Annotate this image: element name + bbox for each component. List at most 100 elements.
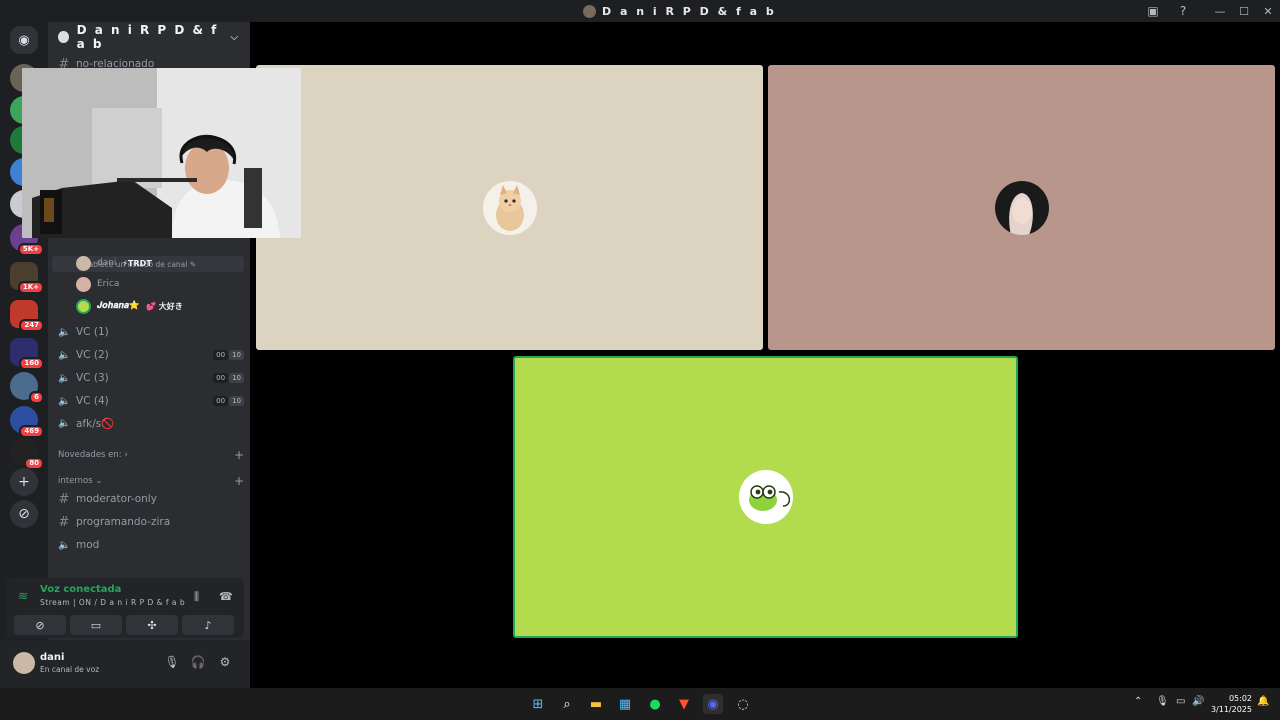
server-folder-icon[interactable]: 247 (10, 300, 44, 332)
clock-date: 3/11/2025 (1210, 705, 1252, 714)
server-avatar-icon (583, 4, 596, 18)
screen-share-button[interactable]: ▭ (70, 615, 122, 635)
user-limit-badge: 00 10 (213, 373, 244, 383)
camera-off-button[interactable]: ⊘ (14, 615, 66, 635)
add-channel-icon[interactable]: + (234, 474, 244, 488)
speaker-icon: 🔈 (58, 417, 71, 429)
channel-programando-zira[interactable]: # programando-zira (58, 512, 244, 532)
discord-app-icon[interactable]: ◉ (703, 694, 723, 714)
microphone-icon[interactable]: 🎙 (164, 655, 180, 671)
headphones-icon[interactable]: 🎧 (190, 655, 206, 671)
chevron-down-icon: ⌄ (92, 476, 103, 486)
user-status: En canal de voz (40, 665, 100, 674)
voice-channel-vc2[interactable]: 🔈 VC (2) 00 10 (58, 345, 244, 365)
server-name: D a n i R P D & f a b (76, 23, 219, 51)
channel-moderator-only[interactable]: # moderator-only (58, 489, 244, 509)
network-icon[interactable]: ▭ (1176, 696, 1185, 707)
store-icon[interactable]: ▦ (615, 694, 635, 714)
call-stage (250, 22, 1280, 688)
clock-time: 05:02 (1228, 694, 1252, 703)
channel-label: VC (1) (76, 326, 109, 338)
explore-servers-icon[interactable]: ⊘ (10, 500, 38, 528)
signal-icon[interactable]: ≋ (18, 589, 28, 603)
brave-browser-icon[interactable]: ▼ (674, 694, 694, 714)
participant-tile-speaking[interactable] (513, 356, 1018, 638)
avatar (76, 255, 91, 271)
server-header[interactable]: D a n i R P D & f a b ⌵ (48, 22, 250, 52)
speaker-icon: 🔈 (58, 539, 71, 551)
voice-status-subtitle: Stream | ON / D a n i R P D & f a b (40, 598, 186, 607)
voice-member[interactable]: 𝑱𝒐𝒉𝒂𝒏𝒂⭐ 💕 大好き (76, 297, 183, 315)
mention-badge: 160 (19, 357, 44, 370)
voice-channel-vc4[interactable]: 🔈 VC (4) 00 10 (58, 391, 244, 411)
inbox-icon[interactable]: ▣ (1145, 3, 1161, 19)
voice-channel-vc1[interactable]: 🔈 VC (1) (58, 322, 244, 342)
speaker-icon: 🔈 (58, 395, 71, 407)
noise-suppression-icon[interactable]: ⫼ (194, 590, 199, 604)
spotify-icon[interactable]: ● (645, 694, 665, 714)
avatar (76, 276, 91, 292)
add-channel-icon[interactable]: + (234, 448, 244, 462)
user-limit-badge: 00 10 (213, 396, 244, 406)
system-app-icon[interactable]: ◌ (733, 694, 753, 714)
soundboard-button[interactable]: ♪ (182, 615, 234, 635)
voice-channel-afk[interactable]: 🔈 afk/s🚫 (58, 413, 244, 433)
chevron-up-icon[interactable]: ⌃ (1134, 696, 1142, 707)
add-server-icon[interactable]: + (10, 468, 38, 496)
microphone-tray-icon[interactable]: 🎙 (1156, 696, 1169, 707)
help-icon[interactable]: ? (1175, 3, 1191, 19)
chevron-down-icon: ⌵ (230, 31, 240, 43)
frog-avatar-icon (738, 470, 793, 524)
avatar[interactable] (13, 652, 35, 674)
server-icon[interactable]: 469 (10, 406, 44, 438)
participant-avatar (738, 470, 793, 524)
member-name: Erica (97, 279, 120, 289)
maximize-button[interactable]: ☐ (1232, 0, 1256, 22)
voice-channel-vc3[interactable]: 🔈 VC (3) 00 10 (58, 368, 244, 388)
participant-tile[interactable] (768, 65, 1275, 350)
speaker-icon: 🔈 (58, 349, 71, 361)
server-shield-icon (58, 31, 69, 43)
voice-member[interactable]: Erica (76, 275, 119, 293)
volume-icon[interactable]: 🔊 (1192, 696, 1204, 707)
user-name[interactable]: dani (40, 652, 64, 663)
windows-start-icon[interactable]: ⊞ (528, 694, 548, 714)
participant-avatar (994, 180, 1049, 235)
file-explorer-icon[interactable]: ▬ (586, 694, 606, 714)
category-novedades[interactable]: Novedades en: › + (58, 448, 244, 462)
member-tag: 💕 大好き (146, 301, 183, 311)
search-icon[interactable]: ⌕ (557, 694, 577, 714)
window-controls: — ☐ ✕ (1208, 0, 1280, 22)
disconnect-icon[interactable]: ☎ (219, 590, 233, 603)
windows-taskbar: ⊞ ⌕ ▬ ▦ ● ▼ ◉ ◌ ⌃ 🎙 ▭ 🔊 05:02 3/11/2025 … (0, 688, 1280, 720)
server-icon[interactable]: 80 (10, 438, 44, 470)
category-internos[interactable]: internos ⌄ + (58, 474, 244, 488)
voice-connected-panel: ≋ Voz conectada Stream | ON / D a n i R … (6, 578, 244, 638)
channel-label: VC (4) (76, 395, 109, 407)
discord-home-icon[interactable]: ◉ (10, 26, 38, 54)
channel-label: afk/s🚫 (76, 417, 115, 430)
server-icon[interactable]: 6 (10, 372, 44, 404)
minimize-button[interactable]: — (1208, 0, 1232, 22)
category-label: internos (58, 476, 93, 486)
cat-avatar-icon (482, 180, 537, 235)
pencil-icon: ✎ (187, 259, 197, 269)
channel-label: VC (2) (76, 349, 109, 361)
participant-tile[interactable] (256, 65, 763, 350)
member-tag: ⚡TRDT (122, 258, 152, 268)
system-clock[interactable]: 05:02 3/11/2025 (1211, 693, 1252, 715)
category-label: Novedades en: (58, 450, 122, 460)
gear-icon[interactable]: ⚙ (217, 655, 233, 671)
activities-button[interactable]: ✣ (126, 615, 178, 635)
voice-status-title[interactable]: Voz conectada (40, 584, 121, 595)
voice-member[interactable]: dani ⚡TRDT (76, 254, 152, 272)
server-folder-icon[interactable]: 160 (10, 338, 44, 370)
server-folder-icon[interactable]: 1K+ (10, 262, 44, 294)
avatar (76, 298, 91, 314)
voice-channel-mod[interactable]: 🔈 mod (58, 535, 244, 555)
webcam-feed-image (22, 68, 301, 238)
mention-badge: 1K+ (17, 281, 44, 294)
close-button[interactable]: ✕ (1256, 0, 1280, 22)
webcam-overlay (22, 68, 301, 238)
notifications-icon[interactable]: 🔔 (1257, 696, 1269, 707)
